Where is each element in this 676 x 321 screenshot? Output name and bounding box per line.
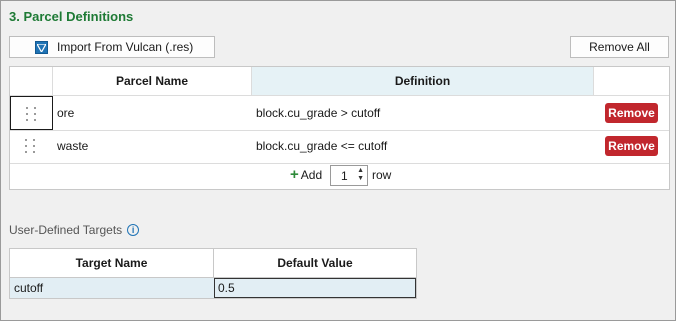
drag-column-header [10, 67, 53, 95]
parcel-name-cell[interactable]: waste [57, 129, 88, 163]
targets-label-text: User-Defined Targets [9, 223, 123, 237]
remove-button[interactable]: Remove [605, 103, 658, 123]
grip-icon [26, 107, 38, 121]
table-row[interactable]: cutoff 0.5 [10, 278, 416, 298]
add-label: Add [300, 168, 323, 182]
drag-handle[interactable] [10, 129, 53, 163]
definition-header[interactable]: Definition [252, 67, 594, 95]
stepper-down-icon[interactable]: ▼ [357, 175, 364, 182]
target-name-cell[interactable]: cutoff [14, 281, 43, 295]
info-icon[interactable]: i [127, 224, 140, 236]
remove-all-button[interactable]: Remove All [570, 36, 669, 58]
row-count-value: 1 [341, 169, 348, 183]
import-from-vulcan-button[interactable]: Import From Vulcan (.res) [9, 36, 215, 58]
remove-button[interactable]: Remove [605, 136, 658, 156]
action-column-header [594, 67, 669, 95]
definition-cell[interactable]: block.cu_grade <= cutoff [256, 129, 387, 163]
parcel-name-header[interactable]: Parcel Name [53, 67, 252, 95]
targets-table: Target Name Default Value cutoff 0.5 [9, 248, 417, 299]
funnel-icon [35, 41, 48, 54]
section-title: 3. Parcel Definitions [9, 9, 134, 24]
row-unit-label: row [372, 168, 392, 182]
grip-icon [25, 139, 37, 153]
default-value-header[interactable]: Default Value [214, 249, 416, 277]
parcel-name-cell[interactable]: ore [57, 96, 74, 130]
parcel-table: Parcel Name Definition ore block.cu_grad… [9, 66, 670, 190]
target-name-header[interactable]: Target Name [10, 249, 214, 277]
definition-cell[interactable]: block.cu_grade > cutoff [256, 96, 380, 130]
table-row[interactable]: ore block.cu_grade > cutoff Remove [10, 96, 669, 130]
plus-icon: + [290, 166, 299, 183]
drag-handle[interactable] [10, 96, 53, 130]
default-value-input[interactable]: 0.5 [214, 278, 416, 298]
add-row-bar: + Add 1 ▲ ▼ row [10, 163, 669, 189]
stepper-up-icon[interactable]: ▲ [357, 167, 364, 174]
table-row[interactable]: waste block.cu_grade <= cutoff Remove [10, 129, 669, 163]
add-row-button[interactable]: + Add [290, 166, 323, 183]
import-button-label: Import From Vulcan (.res) [57, 40, 194, 54]
user-defined-targets-label: User-Defined Targets i [9, 223, 140, 237]
row-count-stepper[interactable]: 1 ▲ ▼ [330, 165, 368, 186]
